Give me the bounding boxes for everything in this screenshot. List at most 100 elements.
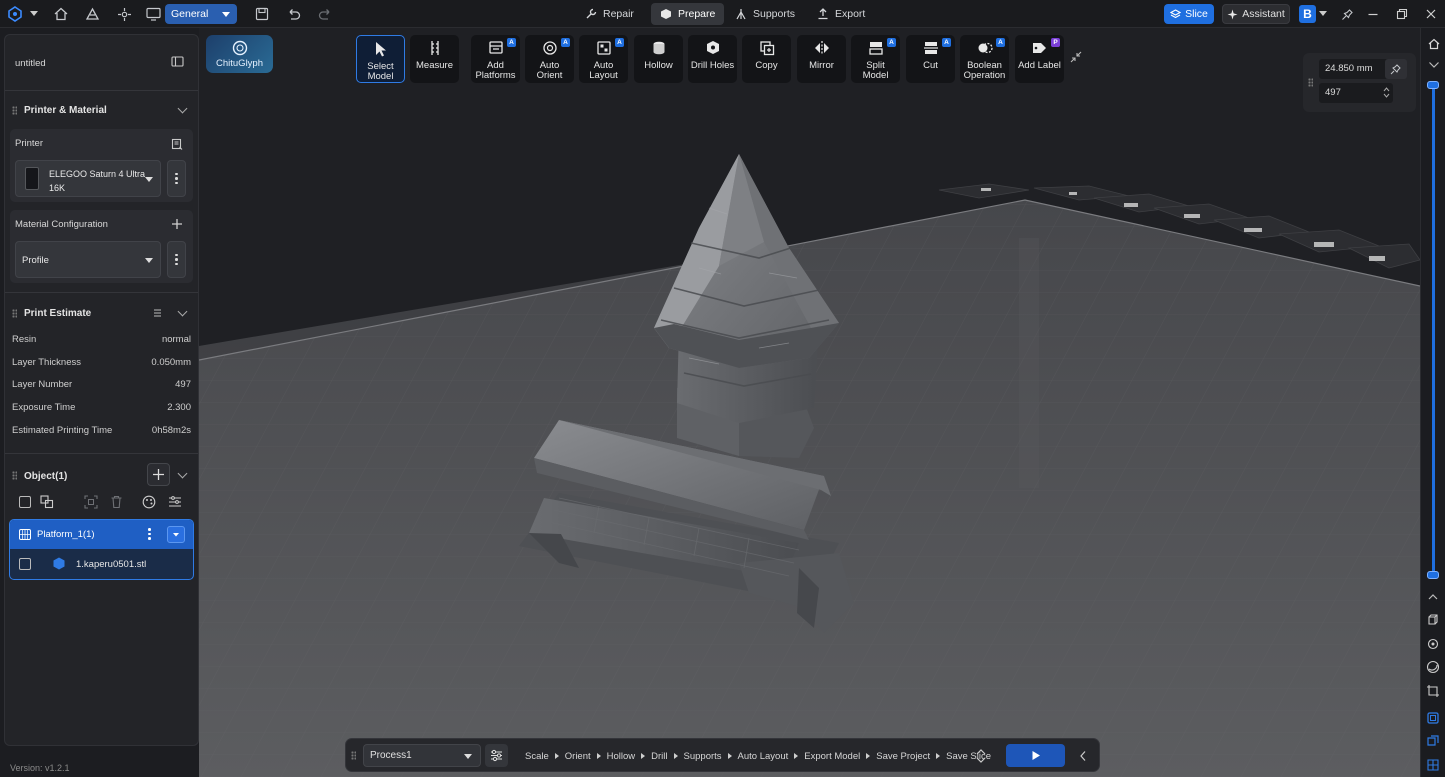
tab-supports[interactable]: Supports bbox=[726, 3, 804, 25]
save-icon[interactable] bbox=[253, 5, 271, 23]
model-file-name[interactable]: 1.kaperu0501.stl bbox=[76, 559, 146, 570]
drag-handle-icon[interactable] bbox=[12, 309, 17, 318]
expand-collapse-icon[interactable] bbox=[975, 748, 987, 764]
profile-menu-chevron-icon[interactable] bbox=[1318, 5, 1328, 23]
tool-layout[interactable]: Auto Layout A bbox=[579, 35, 628, 83]
platform-row[interactable]: Platform_1(1) bbox=[10, 520, 193, 549]
add-material-icon[interactable] bbox=[171, 218, 183, 230]
layer-number-field[interactable]: 497 bbox=[1319, 83, 1393, 103]
pipeline-step[interactable]: Scale bbox=[525, 751, 565, 762]
network-icon[interactable] bbox=[115, 5, 133, 23]
pipeline-step[interactable]: Supports bbox=[684, 751, 738, 762]
profile-select[interactable]: Profile bbox=[15, 241, 161, 278]
view-target-icon[interactable] bbox=[1426, 637, 1440, 651]
chevron-down-icon[interactable] bbox=[177, 306, 188, 317]
filter-icon[interactable] bbox=[168, 495, 182, 509]
platform-view-icon[interactable] bbox=[1426, 711, 1440, 725]
close-icon[interactable] bbox=[1422, 5, 1440, 23]
pipeline-step[interactable]: Drill bbox=[651, 751, 683, 762]
tab-supports-label: Supports bbox=[753, 8, 796, 20]
tool-boolean[interactable]: Boolean Operation A bbox=[960, 35, 1009, 83]
layer-height-field[interactable]: 24.850 mm bbox=[1319, 59, 1393, 79]
drag-handle-icon[interactable] bbox=[351, 751, 356, 760]
drag-handle-icon[interactable] bbox=[1308, 78, 1313, 87]
chevron-left-icon[interactable] bbox=[1079, 750, 1087, 762]
profile-more-button[interactable] bbox=[167, 241, 186, 278]
chevron-down-icon[interactable] bbox=[177, 103, 188, 114]
minimize-icon[interactable] bbox=[1364, 5, 1382, 23]
restore-icon[interactable] bbox=[1393, 5, 1411, 23]
redo-icon[interactable] bbox=[316, 5, 334, 23]
model-checkbox[interactable] bbox=[19, 558, 31, 570]
printer-more-button[interactable] bbox=[167, 160, 186, 197]
drag-handle-icon[interactable] bbox=[12, 471, 17, 480]
pin-layer-button[interactable] bbox=[1385, 59, 1407, 79]
run-process-button[interactable] bbox=[1006, 744, 1065, 767]
pipeline-step[interactable]: Save Project bbox=[876, 751, 946, 762]
slice-button[interactable]: Slice bbox=[1164, 4, 1214, 24]
perspective-cube-icon[interactable] bbox=[1426, 613, 1440, 627]
tool-hollow[interactable]: Hollow bbox=[634, 35, 683, 83]
tool-orient[interactable]: Auto Orient A bbox=[525, 35, 574, 83]
pipeline-step[interactable]: Export Model bbox=[804, 751, 876, 762]
toggle-panel-icon[interactable] bbox=[171, 56, 184, 67]
delete-icon[interactable] bbox=[110, 495, 123, 509]
pipeline-step[interactable]: Orient bbox=[565, 751, 607, 762]
app-logo-icon[interactable] bbox=[6, 5, 24, 23]
list-icon[interactable] bbox=[153, 309, 162, 317]
tool-platforms[interactable]: Add Platforms A bbox=[471, 35, 520, 83]
tab-export[interactable]: Export bbox=[808, 3, 874, 25]
tool-mirror[interactable]: Mirror bbox=[797, 35, 846, 83]
platform-more-icon[interactable] bbox=[148, 528, 151, 540]
estimate-row: Resin normal bbox=[12, 334, 191, 348]
process-select[interactable]: Process1 bbox=[363, 744, 481, 767]
tool-label[interactable]: Add Label P bbox=[1015, 35, 1064, 83]
home-icon[interactable] bbox=[52, 5, 70, 23]
tool-ruler[interactable]: Measure bbox=[410, 35, 459, 83]
tab-prepare[interactable]: Prepare bbox=[651, 3, 725, 25]
group-icon[interactable] bbox=[40, 495, 54, 509]
model-library-icon[interactable] bbox=[83, 5, 101, 23]
printer-material-header[interactable]: Printer & Material bbox=[5, 96, 198, 124]
fit-icon[interactable] bbox=[84, 495, 98, 509]
tool-cut[interactable]: Cut A bbox=[906, 35, 955, 83]
pipeline-step[interactable]: Hollow bbox=[607, 751, 652, 762]
chituglyph-button[interactable]: ChituGlyph bbox=[206, 35, 273, 73]
print-estimate-header[interactable]: Print Estimate bbox=[5, 299, 198, 327]
home-view-icon[interactable] bbox=[1428, 38, 1440, 50]
workspace-select[interactable]: General bbox=[165, 4, 237, 24]
render-mode-icon[interactable] bbox=[1426, 660, 1440, 674]
undo-icon[interactable] bbox=[284, 5, 302, 23]
grid-view-icon[interactable] bbox=[1426, 758, 1440, 772]
palette-icon[interactable] bbox=[142, 495, 156, 509]
objects-header[interactable]: Object(1) bbox=[5, 461, 198, 489]
stepper-icon[interactable] bbox=[1383, 86, 1390, 99]
add-object-button[interactable] bbox=[147, 463, 170, 486]
layer-slider-track[interactable] bbox=[1432, 84, 1435, 578]
assistant-button[interactable]: Assistant bbox=[1222, 4, 1290, 24]
app-menu-chevron-icon[interactable] bbox=[28, 5, 40, 23]
tool-cursor[interactable]: Select Model bbox=[356, 35, 405, 83]
chevron-down-icon[interactable] bbox=[177, 468, 188, 479]
collapse-toolbar-icon[interactable] bbox=[1069, 50, 1083, 64]
chevron-down-icon[interactable] bbox=[1428, 61, 1440, 69]
pin-icon[interactable] bbox=[1338, 5, 1356, 23]
printer-settings-icon[interactable] bbox=[171, 138, 183, 150]
process-settings-button[interactable] bbox=[485, 744, 508, 767]
platform-expand-button[interactable] bbox=[167, 526, 185, 543]
tool-copy[interactable]: Copy bbox=[742, 35, 791, 83]
layer-slider-top-knob[interactable] bbox=[1427, 81, 1439, 89]
drag-handle-icon[interactable] bbox=[12, 106, 17, 115]
chevron-up-icon[interactable] bbox=[1426, 590, 1440, 604]
tab-repair[interactable]: Repair bbox=[576, 3, 643, 25]
layers-view-icon[interactable] bbox=[1426, 734, 1440, 748]
3d-viewport[interactable] bbox=[199, 28, 1420, 777]
tool-drill[interactable]: Drill Holes bbox=[688, 35, 737, 83]
select-all-checkbox[interactable] bbox=[19, 496, 31, 508]
pipeline-step[interactable]: Auto Layout bbox=[738, 751, 805, 762]
tool-split[interactable]: Split Model A bbox=[851, 35, 900, 83]
profile-badge[interactable]: B bbox=[1299, 5, 1316, 23]
printer-select[interactable]: ELEGOO Saturn 4 Ultra 16K bbox=[15, 160, 161, 197]
crop-icon[interactable] bbox=[1426, 684, 1440, 698]
layer-slider-bottom-knob[interactable] bbox=[1427, 571, 1439, 579]
